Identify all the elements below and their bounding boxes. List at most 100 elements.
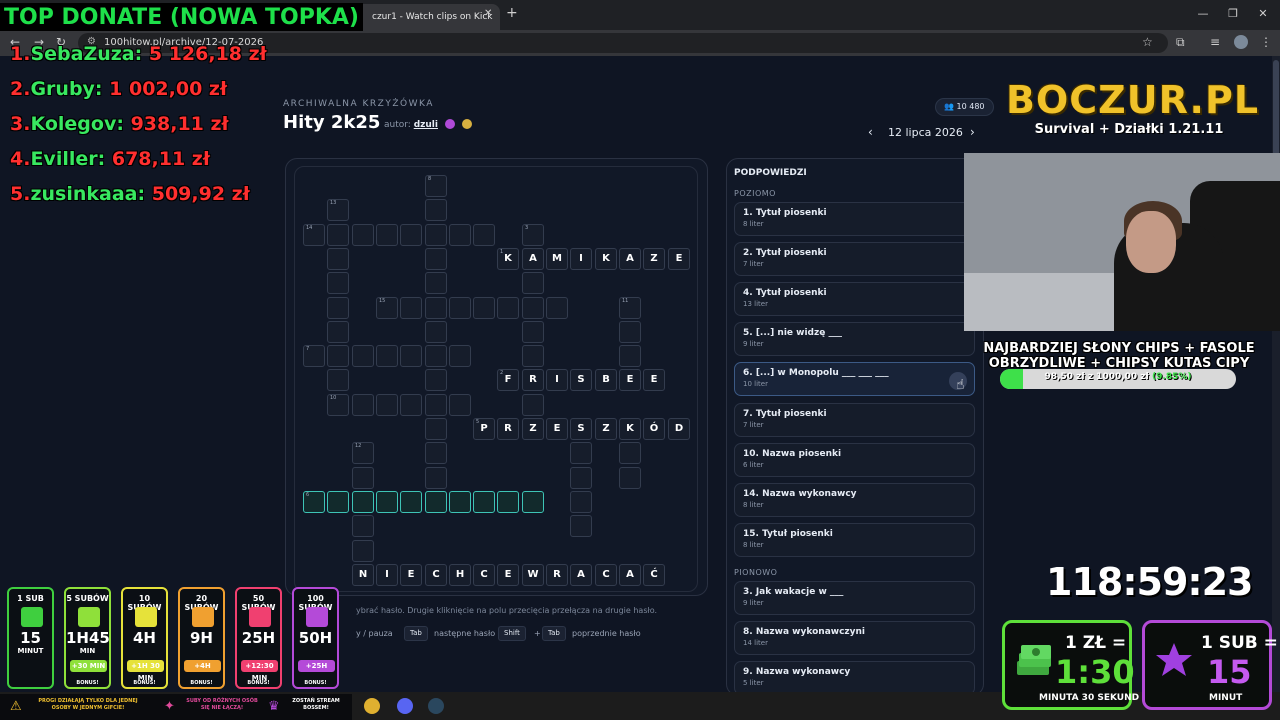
grid-cell[interactable] <box>497 491 519 513</box>
grid-cell[interactable] <box>425 394 447 416</box>
grid-cell[interactable] <box>376 224 398 246</box>
grid-cell[interactable] <box>400 491 422 513</box>
grid-cell[interactable] <box>400 394 422 416</box>
grid-cell[interactable]: S <box>570 418 592 440</box>
clue-item[interactable]: 4. Tytuł piosenki 13 liter <box>734 282 975 317</box>
grid-cell[interactable]: A <box>619 248 641 270</box>
grid-cell[interactable] <box>425 345 447 367</box>
clue-item[interactable]: 8. Nazwa wykonawczyni 14 liter <box>734 621 975 655</box>
bookmark-star-icon[interactable]: ☆ <box>1142 35 1153 49</box>
clue-item[interactable]: 7. Tytuł piosenki 7 liter <box>734 402 975 437</box>
grid-cell[interactable]: A <box>570 564 592 586</box>
grid-cell[interactable]: C <box>595 564 617 586</box>
grid-cell[interactable] <box>352 515 374 537</box>
grid-cell[interactable] <box>327 272 349 294</box>
grid-cell[interactable] <box>473 224 495 246</box>
steam-app-icon[interactable] <box>428 698 444 714</box>
grid-cell[interactable]: 6 <box>303 491 325 513</box>
grid-cell[interactable] <box>425 272 447 294</box>
grid-cell[interactable]: E <box>643 369 665 391</box>
menu-kebab-icon[interactable]: ⋮ <box>1260 35 1272 49</box>
grid-cell[interactable] <box>327 297 349 319</box>
grid-cell[interactable] <box>327 321 349 343</box>
grid-cell[interactable]: 14 <box>303 224 325 246</box>
grid-cell[interactable] <box>425 248 447 270</box>
grid-cell[interactable] <box>327 491 349 513</box>
new-tab-icon[interactable]: + <box>506 5 518 21</box>
grid-cell[interactable]: E <box>497 564 519 586</box>
grid-cell[interactable]: S <box>570 369 592 391</box>
grid-cell[interactable]: D <box>668 418 690 440</box>
media-icon[interactable]: ≡ <box>1210 35 1220 49</box>
grid-cell[interactable] <box>522 321 544 343</box>
grid-cell[interactable] <box>400 345 422 367</box>
clue-item[interactable]: 3. Jak wakacje w ___ 9 liter <box>734 581 975 615</box>
grid-cell[interactable]: 11 <box>619 297 641 319</box>
grid-cell[interactable]: C <box>473 564 495 586</box>
grid-cell[interactable] <box>570 515 592 537</box>
grid-cell[interactable]: Z <box>595 418 617 440</box>
grid-cell[interactable] <box>425 442 447 464</box>
grid-cell[interactable]: R <box>546 564 568 586</box>
grid-cell[interactable] <box>425 418 447 440</box>
grid-cell[interactable]: N <box>352 564 374 586</box>
grid-cell[interactable]: E <box>619 369 641 391</box>
minimize-icon[interactable]: — <box>1194 7 1212 20</box>
grid-cell[interactable] <box>522 491 544 513</box>
grid-cell[interactable] <box>473 297 495 319</box>
grid-cell[interactable]: C <box>425 564 447 586</box>
grid-cell[interactable]: A <box>619 564 641 586</box>
grid-cell[interactable] <box>522 272 544 294</box>
grid-cell[interactable] <box>425 321 447 343</box>
grid-cell[interactable] <box>497 297 519 319</box>
grid-cell[interactable] <box>619 321 641 343</box>
grid-cell[interactable] <box>619 442 641 464</box>
grid-cell[interactable]: Ó <box>643 418 665 440</box>
grid-cell[interactable] <box>400 297 422 319</box>
grid-cell[interactable]: I <box>376 564 398 586</box>
profile-avatar[interactable] <box>1234 35 1248 49</box>
grid-cell[interactable]: A <box>522 248 544 270</box>
grid-cell[interactable] <box>376 491 398 513</box>
grid-cell[interactable] <box>352 467 374 489</box>
page-scrollbar[interactable] <box>1272 56 1280 692</box>
grid-cell[interactable] <box>425 224 447 246</box>
grid-cell[interactable] <box>352 491 374 513</box>
grid-cell[interactable] <box>449 345 471 367</box>
grid-cell[interactable] <box>570 467 592 489</box>
maximize-icon[interactable]: ❐ <box>1224 7 1242 20</box>
grid-cell[interactable] <box>449 394 471 416</box>
grid-cell[interactable] <box>619 467 641 489</box>
grid-cell[interactable]: I <box>570 248 592 270</box>
grid-cell[interactable] <box>570 442 592 464</box>
clue-item[interactable]: 1. Tytuł piosenki 8 liter <box>734 202 975 236</box>
grid-cell[interactable]: 15 <box>376 297 398 319</box>
clue-item[interactable]: 5. [...] nie widzę ___ 9 liter <box>734 322 975 357</box>
grid-cell[interactable]: K <box>595 248 617 270</box>
grid-cell[interactable] <box>352 394 374 416</box>
grid-cell[interactable] <box>352 540 374 562</box>
clue-item[interactable]: 2. Tytuł piosenki 7 liter <box>734 242 975 277</box>
grid-cell[interactable]: I <box>546 369 568 391</box>
grid-cell[interactable] <box>425 369 447 391</box>
grid-cell[interactable]: M <box>546 248 568 270</box>
grid-cell[interactable] <box>327 224 349 246</box>
grid-cell[interactable]: K <box>619 418 641 440</box>
grid-cell[interactable] <box>376 394 398 416</box>
tab-close-icon[interactable]: ✕ <box>484 8 492 19</box>
grid-cell[interactable] <box>449 224 471 246</box>
grid-cell[interactable]: Z <box>522 418 544 440</box>
grid-cell[interactable] <box>449 491 471 513</box>
grid-cell[interactable]: H <box>449 564 471 586</box>
clue-item[interactable]: 15. Tytuł piosenki 8 liter <box>734 522 975 557</box>
grid-cell[interactable] <box>425 199 447 221</box>
grid-cell[interactable] <box>449 297 471 319</box>
grid-cell[interactable] <box>327 369 349 391</box>
grid-cell[interactable] <box>522 345 544 367</box>
grid-cell[interactable]: 5P <box>473 418 495 440</box>
grid-cell[interactable]: E <box>400 564 422 586</box>
grid-cell[interactable]: R <box>497 418 519 440</box>
grid-cell[interactable] <box>619 345 641 367</box>
grid-cell[interactable]: W <box>522 564 544 586</box>
grid-cell[interactable] <box>327 248 349 270</box>
